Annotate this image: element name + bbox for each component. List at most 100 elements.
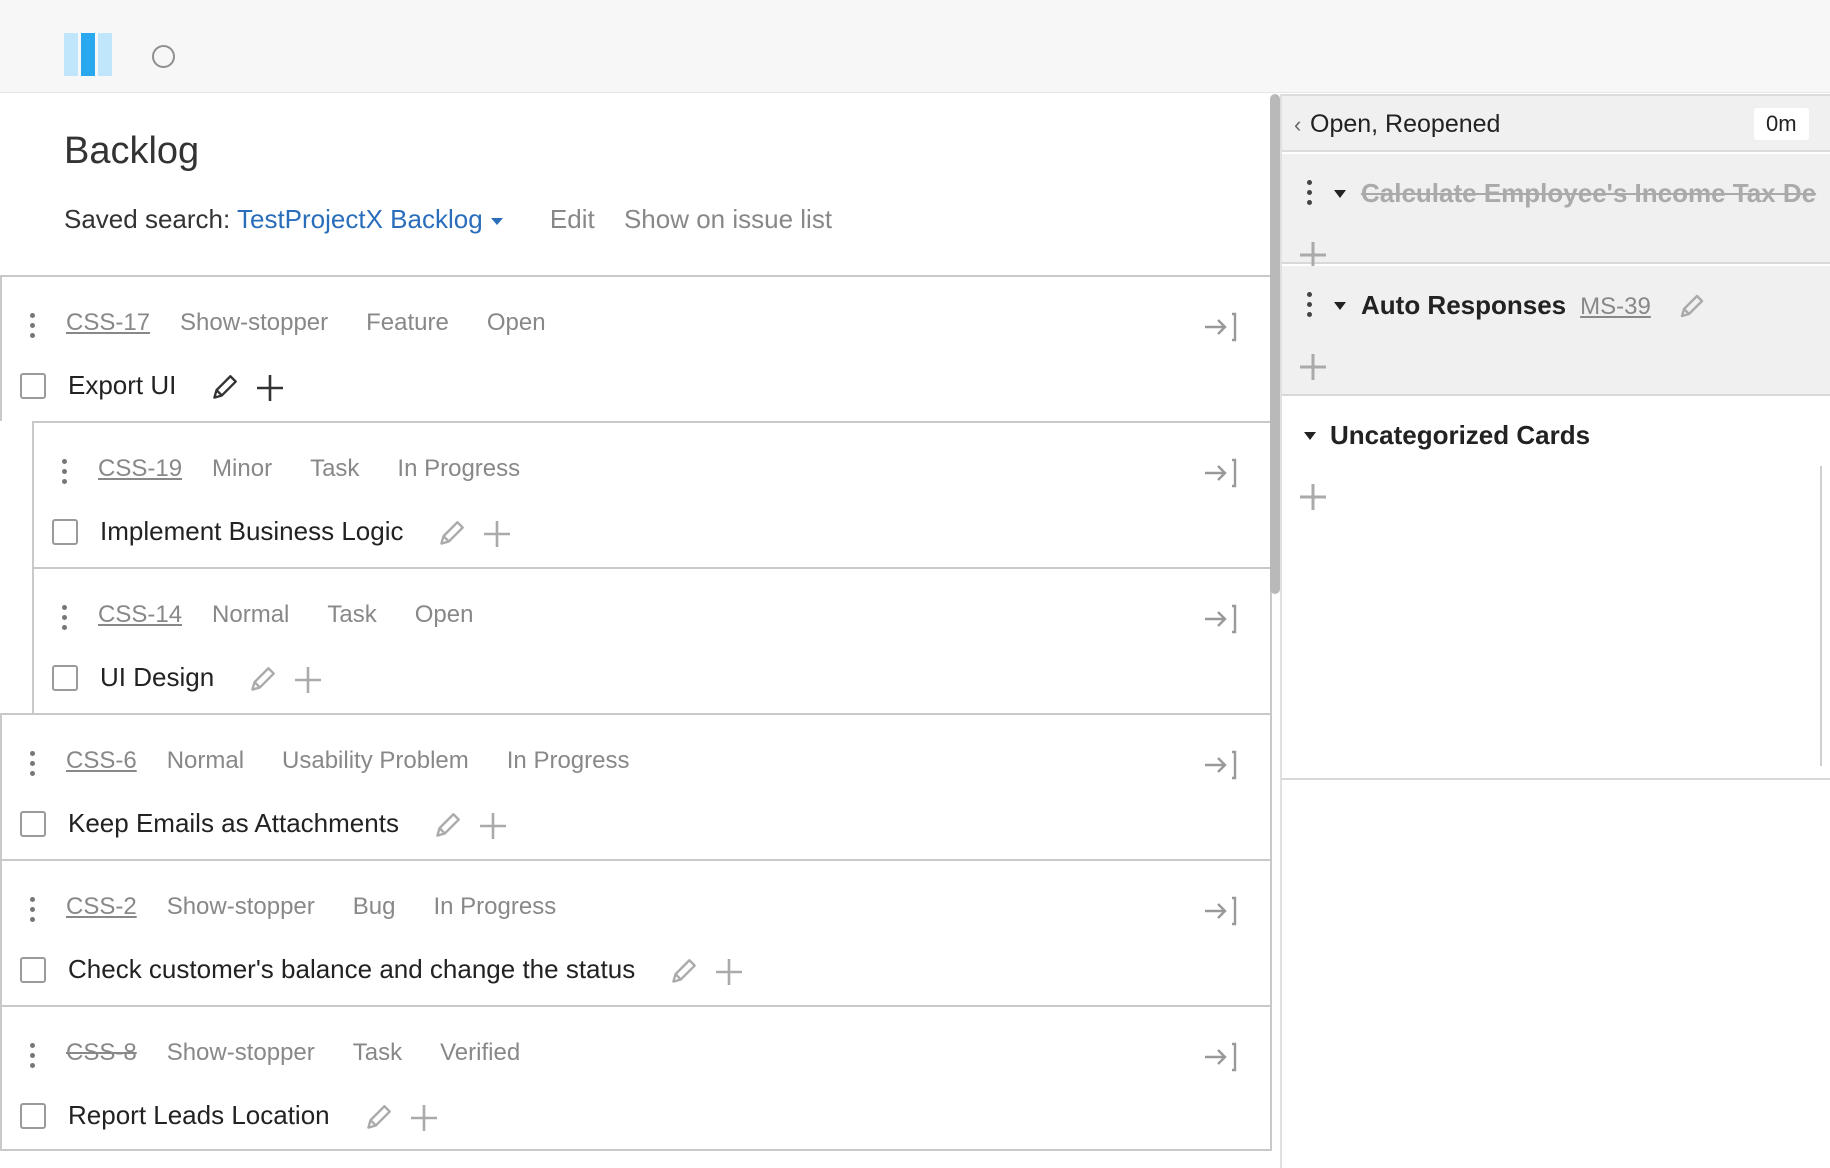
issue-priority[interactable]: Show-stopper [167,1039,315,1066]
swimlane-name: Auto Responses [1361,290,1567,320]
collapse-triangle-icon[interactable] [1334,190,1346,198]
uncategorized-title[interactable]: Uncategorized Cards [1330,420,1590,451]
pencil-icon[interactable] [1676,292,1706,322]
issue-type[interactable]: Bug [353,893,396,920]
issue-meta: CSS-2 Show-stopper Bug In Progress [66,893,594,921]
issue-priority[interactable]: Show-stopper [167,893,315,920]
scrollbar[interactable] [1270,94,1280,594]
move-to-board-icon[interactable] [1202,603,1238,635]
issue-row[interactable]: CSS-19 Minor Task In Progress Implement Busi… [32,421,1272,567]
issue-id-link[interactable]: CSS-14 [98,601,182,628]
issue-type[interactable]: Task [310,455,359,482]
app-logo[interactable] [64,33,121,76]
issue-tools [246,663,338,696]
edit-link[interactable]: Edit [550,204,595,234]
swimlane-issue-link[interactable]: MS-39 [1580,293,1651,320]
pencil-icon[interactable] [435,518,467,550]
issue-id-link[interactable]: CSS-6 [66,747,137,774]
move-to-board-icon[interactable] [1202,895,1238,927]
issue-summary-text[interactable]: Export UI [68,370,176,400]
add-subtask-icon[interactable] [481,518,513,550]
issue-summary-text[interactable]: Report Leads Location [68,1100,330,1130]
drag-handle-icon[interactable] [30,751,36,777]
circle-icon[interactable] [152,45,175,68]
issue-type[interactable]: Task [353,1039,402,1066]
issue-state[interactable]: In Progress [397,455,520,482]
add-subtask-icon[interactable] [477,810,509,842]
issue-row[interactable]: CSS-14 Normal Task Open UI Design [32,567,1272,713]
logo-bar-3 [98,33,112,76]
drag-handle-icon[interactable] [62,459,68,485]
pencil-icon[interactable] [431,810,463,842]
collapse-triangle-icon[interactable] [1334,302,1346,310]
saved-search-link[interactable]: TestProjectX Backlog [237,204,483,234]
issue-priority[interactable]: Normal [212,601,289,628]
issue-row[interactable]: CSS-2 Show-stopper Bug In Progress Check cus… [0,859,1272,1005]
drag-handle-icon[interactable] [1307,292,1313,322]
issue-meta: CSS-6 Normal Usability Problem In Progress [66,747,667,775]
issue-id-link[interactable]: CSS-8 [66,1039,137,1066]
issue-state[interactable]: In Progress [433,893,556,920]
issue-checkbox[interactable] [52,665,78,691]
move-to-board-icon[interactable] [1202,457,1238,489]
pencil-icon[interactable] [667,956,699,988]
top-bar [0,0,1830,93]
issue-priority[interactable]: Minor [212,455,272,482]
issue-type[interactable]: Task [327,601,376,628]
issue-checkbox[interactable] [20,373,46,399]
time-badge: 0m [1754,108,1809,140]
issue-summary-text[interactable]: Check customer's balance and change the … [68,954,635,984]
issue-row[interactable]: CSS-17 Show-stopper Feature Open Export UI [0,275,1272,421]
issue-summary-text[interactable]: UI Design [100,662,214,692]
issue-tools [362,1101,454,1134]
add-subtask-icon[interactable] [713,956,745,988]
swimlane-title[interactable]: Auto Responses MS-39 [1361,290,1706,322]
move-to-board-icon[interactable] [1202,311,1238,343]
issue-priority[interactable]: Normal [167,747,244,774]
drag-handle-icon[interactable] [30,313,36,339]
issue-state[interactable]: Open [415,601,474,628]
issue-type[interactable]: Feature [366,309,449,336]
issue-checkbox[interactable] [20,811,46,837]
issue-summary: UI Design [100,662,338,696]
issue-state[interactable]: Verified [440,1039,520,1066]
add-subtask-icon[interactable] [254,372,286,404]
issue-id-link[interactable]: CSS-17 [66,309,150,336]
issue-state[interactable]: Open [487,309,546,336]
issue-checkbox[interactable] [52,519,78,545]
column-header[interactable]: ‹ Open, Reopened 0m [1282,94,1830,152]
issue-row[interactable]: CSS-8 Show-stopper Task Verified Report Lead… [0,1005,1272,1151]
pencil-icon[interactable] [362,1102,394,1134]
issue-summary-text[interactable]: Keep Emails as Attachments [68,808,399,838]
backlog-panel: Backlog Saved search: TestProjectX Backl… [0,94,1272,1168]
drag-handle-icon[interactable] [30,897,36,923]
issue-checkbox[interactable] [20,1103,46,1129]
chevron-left-icon[interactable]: ‹ [1294,112,1301,138]
issue-state[interactable]: In Progress [507,747,630,774]
add-card-icon[interactable] [1296,350,1330,384]
move-to-board-icon[interactable] [1202,749,1238,781]
show-on-issue-list-link[interactable]: Show on issue list [624,204,832,234]
issue-id-link[interactable]: CSS-2 [66,893,137,920]
swimlane-title[interactable]: Calculate Employee's Income Tax De [1361,178,1816,209]
move-to-board-icon[interactable] [1202,1041,1238,1073]
chevron-down-icon[interactable] [490,217,503,225]
issue-summary: Keep Emails as Attachments [68,808,523,842]
issue-priority[interactable]: Show-stopper [180,309,328,336]
pencil-icon[interactable] [208,372,240,404]
drag-handle-icon[interactable] [62,605,68,631]
issue-summary-text[interactable]: Implement Business Logic [100,516,403,546]
issue-meta: CSS-17 Show-stopper Feature Open [66,309,584,337]
add-card-icon[interactable] [1296,480,1330,514]
drag-handle-icon[interactable] [30,1043,36,1069]
collapse-triangle-icon[interactable] [1304,432,1316,440]
issue-checkbox[interactable] [20,957,46,983]
drag-handle-icon[interactable] [1307,180,1313,210]
add-subtask-icon[interactable] [408,1102,440,1134]
pencil-icon[interactable] [246,664,278,696]
issue-id-link[interactable]: CSS-19 [98,455,182,482]
issue-type[interactable]: Usability Problem [282,747,469,774]
add-subtask-icon[interactable] [292,664,324,696]
saved-search-label: Saved search: [64,204,231,234]
issue-row[interactable]: CSS-6 Normal Usability Problem In Progress K… [0,713,1272,859]
